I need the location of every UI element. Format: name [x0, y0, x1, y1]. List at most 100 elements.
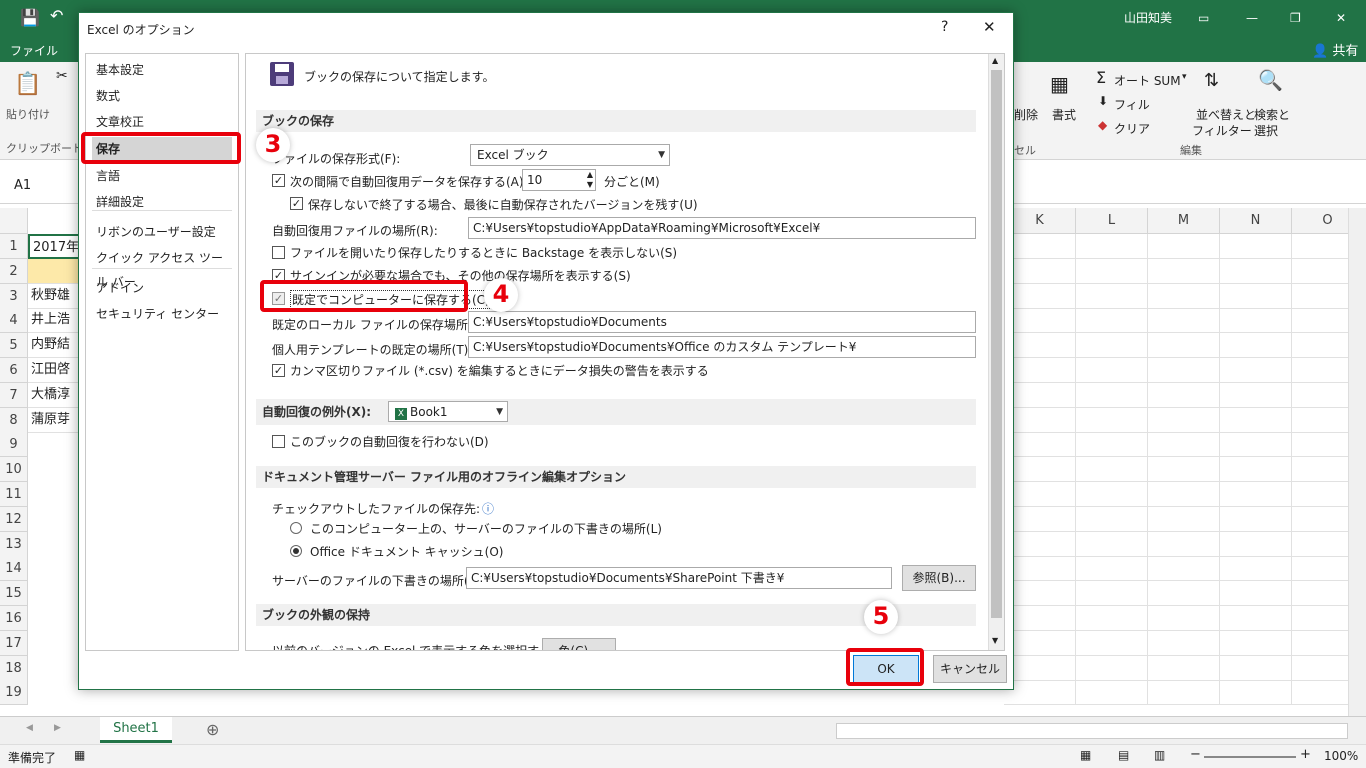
grid-cell[interactable] [1148, 432, 1220, 458]
grid-cell[interactable] [1220, 581, 1292, 607]
column-header[interactable]: M [1148, 208, 1220, 234]
row-header[interactable]: 6 [0, 358, 28, 383]
scroll-left-icon[interactable]: ◀ [26, 723, 33, 733]
page-layout-icon[interactable]: ▤ [1118, 748, 1129, 762]
grid-cell[interactable] [1148, 457, 1220, 483]
grid-cell[interactable] [1148, 482, 1220, 507]
color-button[interactable]: 色(C)... [542, 638, 616, 650]
grid-cell[interactable] [1004, 581, 1076, 607]
ribbon-display-icon[interactable]: ▭ [1198, 0, 1209, 36]
column-a-cell[interactable]: 秋野雄 [28, 283, 80, 309]
grid-cell[interactable] [1220, 358, 1292, 383]
row-header[interactable]: 16 [0, 606, 28, 631]
macro-record-icon[interactable]: ▦ [74, 748, 85, 762]
row-header[interactable]: 12 [0, 506, 28, 532]
row-header[interactable]: 3 [0, 283, 28, 309]
find-select-icon[interactable]: 🔍 [1258, 68, 1283, 92]
nav-item-0[interactable]: 基本設定 [92, 58, 232, 82]
share-button[interactable]: 👤 共有 [1312, 40, 1358, 59]
minimize-icon[interactable]: — [1246, 0, 1258, 36]
grid-cell[interactable] [1076, 382, 1148, 408]
nav-item-9[interactable]: セキュリティ センター [92, 302, 232, 326]
grid-cell[interactable] [1004, 358, 1076, 383]
add-sheet-icon[interactable]: ⊕ [206, 720, 219, 739]
dialog-close-icon[interactable]: ✕ [983, 18, 996, 36]
sort-filter-icon[interactable]: ⇅ [1204, 70, 1219, 91]
clear-label[interactable]: クリア [1114, 120, 1150, 137]
file-format-select[interactable]: Excel ブック ▼ [470, 144, 670, 166]
grid-cell[interactable] [1004, 234, 1076, 259]
nav-item-4[interactable]: 言語 [92, 164, 232, 188]
radio-office-cache[interactable] [290, 545, 302, 557]
row-header[interactable]: 17 [0, 630, 28, 656]
name-box[interactable]: A1 [14, 178, 31, 193]
grid-cell[interactable] [1004, 482, 1076, 507]
grid-cell[interactable] [1076, 655, 1148, 681]
scroll-up-icon[interactable]: ▲ [992, 56, 998, 65]
grid-cell[interactable] [1148, 630, 1220, 656]
normal-view-icon[interactable]: ▦ [1080, 748, 1091, 762]
grid-cell[interactable] [1148, 655, 1220, 681]
grid-cell[interactable] [1220, 531, 1292, 557]
tab-file[interactable]: ファイル [10, 42, 58, 59]
autorecover-checkbox[interactable]: ✓ [272, 174, 285, 187]
clear-icon[interactable]: ◆ [1098, 118, 1107, 132]
delete-label[interactable]: 削除 [1014, 106, 1038, 123]
grid-cell[interactable] [1220, 234, 1292, 259]
grid-cell[interactable] [1148, 556, 1220, 582]
grid-cell[interactable] [1076, 482, 1148, 507]
nav-item-2[interactable]: 文章校正 [92, 110, 232, 134]
grid-cell[interactable] [1220, 407, 1292, 433]
paste-label[interactable]: 貼り付け [6, 106, 50, 122]
zoom-in-icon[interactable]: + [1300, 747, 1311, 762]
column-a-cell[interactable]: 蒲原芽 [28, 407, 80, 433]
grid-cell[interactable] [1220, 457, 1292, 483]
default-local-input[interactable]: C:¥Users¥topstudio¥Documents [468, 311, 976, 333]
autosum-label[interactable]: オート SUM [1114, 72, 1181, 89]
grid-cell[interactable] [1004, 531, 1076, 557]
nav-item-7[interactable]: クイック アクセス ツール バー [92, 246, 232, 289]
column-a-cell[interactable]: 2017年 [28, 234, 80, 259]
cancel-button[interactable]: キャンセル [933, 655, 1007, 683]
row-header[interactable]: 15 [0, 581, 28, 607]
undo-icon[interactable]: ↶ [50, 6, 63, 25]
find-select-label-1[interactable]: 検索と [1254, 106, 1290, 123]
column-a-cell[interactable] [28, 258, 80, 284]
grid-cell[interactable] [1004, 283, 1076, 309]
row-header[interactable]: 4 [0, 308, 28, 334]
csv-warning-checkbox[interactable]: ✓ [272, 364, 285, 377]
template-input[interactable]: C:¥Users¥topstudio¥Documents¥Office のカスタ… [468, 336, 976, 358]
grid-cell[interactable] [1004, 432, 1076, 458]
fill-icon[interactable]: ⬇ [1098, 94, 1108, 108]
grid-cell[interactable] [1220, 258, 1292, 284]
zoom-level[interactable]: 100% [1324, 749, 1358, 763]
column-a-cell[interactable]: 井上浩 [28, 308, 80, 334]
grid-cell[interactable] [1076, 333, 1148, 359]
find-select-label-2[interactable]: 選択 [1254, 122, 1278, 139]
grid-cell[interactable] [1220, 432, 1292, 458]
grid-cell[interactable] [1004, 457, 1076, 483]
grid-cell[interactable] [1148, 358, 1220, 383]
spin-icon[interactable]: ▲ ▼ [587, 170, 593, 190]
grid-cell[interactable] [1220, 482, 1292, 507]
column-a-cell[interactable]: 大橋淳 [28, 382, 80, 408]
scroll-thumb[interactable] [991, 70, 1002, 618]
grid-cell[interactable] [1076, 258, 1148, 284]
row-header[interactable]: 19 [0, 680, 28, 706]
user-name[interactable]: 山田知美 [1124, 0, 1172, 36]
grid-cell[interactable] [1220, 655, 1292, 681]
autorecover-location-input[interactable]: C:¥Users¥topstudio¥AppData¥Roaming¥Micro… [468, 217, 976, 239]
grid-cell[interactable] [1220, 382, 1292, 408]
grid-cell[interactable] [1148, 531, 1220, 557]
grid-cell[interactable] [1004, 506, 1076, 532]
grid-cell[interactable] [1076, 606, 1148, 631]
save-icon[interactable]: 💾 [20, 8, 40, 27]
grid-cell[interactable] [1076, 531, 1148, 557]
close-window-icon[interactable]: ✕ [1336, 0, 1346, 36]
grid-cell[interactable] [1220, 308, 1292, 334]
grid-cell[interactable] [1076, 630, 1148, 656]
row-header[interactable]: 14 [0, 556, 28, 582]
grid-cell[interactable] [1076, 308, 1148, 334]
column-header[interactable]: L [1076, 208, 1148, 234]
column-a-cell[interactable]: 内野結 [28, 333, 80, 359]
